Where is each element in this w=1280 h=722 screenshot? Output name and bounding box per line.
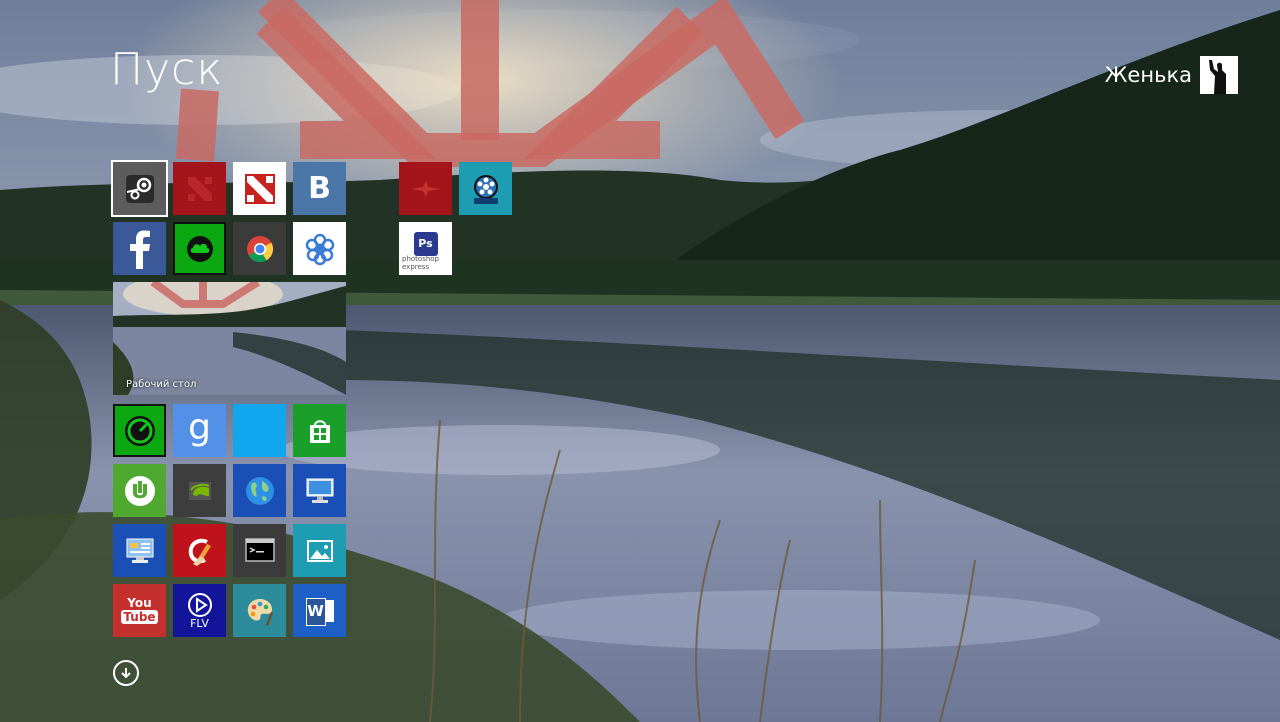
flv-icon: FLV [187, 592, 213, 629]
store-icon [309, 419, 330, 443]
store-tile[interactable] [293, 404, 346, 457]
steam-icon [125, 174, 154, 203]
film-reel-icon [473, 174, 498, 204]
google-search-tile[interactable]: g [173, 404, 226, 457]
flower-app-tile[interactable] [293, 222, 346, 275]
globe-icon [245, 476, 274, 505]
user-account[interactable]: Женька [1105, 56, 1238, 94]
game-red-tile[interactable] [399, 162, 452, 215]
all-apps-button[interactable] [113, 660, 139, 686]
cmd-icon [244, 537, 275, 562]
desktop-tile-label: Рабочий стол [126, 379, 197, 390]
control-panel-tile[interactable] [113, 524, 166, 577]
flv-label: FLV [190, 617, 209, 630]
word-icon: W [305, 597, 335, 626]
youtube-tile[interactable]: You Tube [113, 584, 166, 637]
steam-tile[interactable] [111, 160, 168, 217]
plane-icon [410, 180, 441, 197]
youtube-text-top: You [127, 596, 152, 610]
desktop-tile[interactable]: Рабочий стол [113, 282, 346, 395]
ccleaner-icon [188, 538, 211, 566]
dota2-icon [244, 173, 275, 204]
this-pc-tile[interactable] [293, 464, 346, 517]
vk-icon: B [308, 171, 331, 206]
speedometer-icon [124, 415, 155, 446]
chrome-icon [246, 235, 273, 262]
google-icon: g [188, 406, 211, 448]
flv-player-tile[interactable]: FLV [173, 584, 226, 637]
blank-app-tile[interactable] [233, 404, 286, 457]
facebook-icon [129, 230, 150, 269]
utorrent-tile[interactable] [113, 464, 166, 517]
control-panel-icon [126, 538, 153, 563]
photoshop-express-tile[interactable]: Ps photoshop express [399, 222, 452, 275]
utorrent-icon [124, 475, 155, 506]
ps-badge: Ps [418, 237, 433, 250]
ps-caption: photoshop express [402, 255, 439, 271]
avatar [1200, 56, 1238, 94]
browser-globe-tile[interactable] [233, 464, 286, 517]
flower-icon [305, 233, 334, 265]
razer-cortex-tile[interactable] [113, 404, 166, 457]
youtube-text-bottom: Tube [121, 610, 158, 624]
photoshop-icon: Ps [413, 231, 438, 256]
vk-tile[interactable]: B [293, 162, 346, 215]
ccleaner-tile[interactable] [173, 524, 226, 577]
dota-icon [187, 176, 212, 201]
cloud-app-tile[interactable] [173, 222, 226, 275]
arrow-down-icon [121, 668, 131, 679]
facebook-tile[interactable] [113, 222, 166, 275]
nvidia-icon [188, 481, 211, 500]
chrome-tile[interactable] [233, 222, 286, 275]
cloud-icon [186, 235, 213, 262]
fresh-paint-tile[interactable] [233, 584, 286, 637]
computer-icon [306, 478, 333, 503]
word-tile[interactable]: W [293, 584, 346, 637]
nvidia-tile[interactable] [173, 464, 226, 517]
user-name: Женька [1104, 62, 1192, 87]
photos-icon [306, 539, 333, 562]
palette-icon [247, 598, 273, 626]
photos-tile[interactable] [293, 524, 346, 577]
start-title: Пуск [110, 44, 224, 95]
dota2-tile[interactable] [233, 162, 286, 215]
play-icon [187, 593, 212, 617]
command-prompt-tile[interactable] [233, 524, 286, 577]
tcup-tile[interactable] [459, 162, 512, 215]
word-letter: W [307, 602, 324, 620]
youtube-icon: You Tube [121, 596, 158, 624]
dota-dark-tile[interactable] [173, 162, 226, 215]
